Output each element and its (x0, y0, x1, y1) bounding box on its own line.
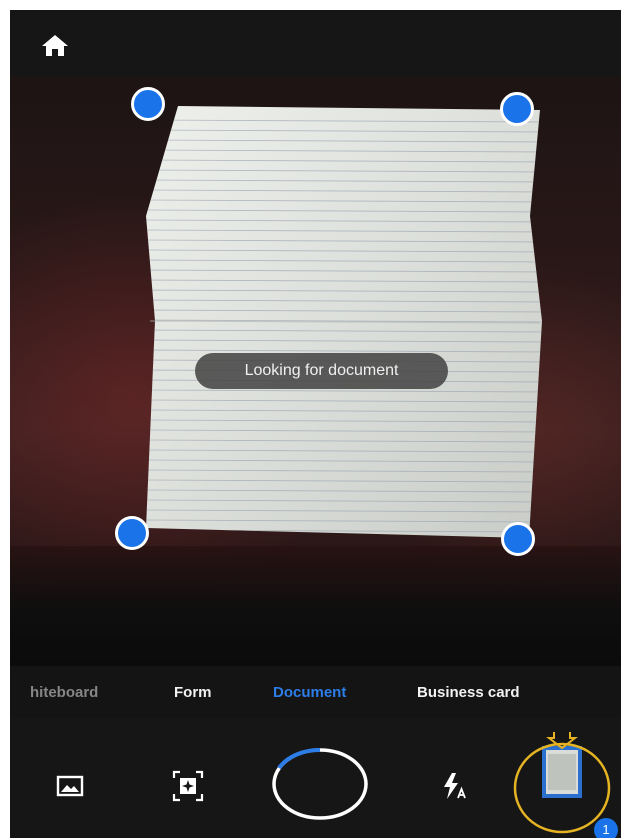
mode-whiteboard[interactable]: hiteboard (30, 684, 98, 701)
shutter-progress-ring[interactable] (270, 746, 370, 822)
camera-controls: 1 (10, 718, 621, 838)
status-toast: Looking for document (195, 353, 448, 389)
camera-viewfinder[interactable]: Looking for document (10, 76, 621, 666)
home-icon[interactable] (38, 32, 72, 58)
mode-form[interactable]: Form (174, 684, 212, 701)
crop-handle-top-left[interactable] (131, 87, 165, 121)
gallery-icon[interactable] (56, 774, 84, 798)
flash-auto-icon[interactable] (438, 770, 470, 802)
crop-handle-bottom-left[interactable] (115, 516, 149, 550)
page-count-badge: 1 (594, 818, 618, 838)
mode-business-card[interactable]: Business card (417, 684, 520, 701)
captured-page-thumbnail-button[interactable]: 1 (512, 729, 618, 838)
crop-handle-top-right[interactable] (500, 92, 534, 126)
scanner-app: Looking for document hiteboard Form Docu… (10, 10, 621, 838)
mode-document[interactable]: Document (273, 684, 346, 701)
capture-mode-selector: hiteboard Form Document Business card (10, 666, 621, 718)
crop-handle-bottom-right[interactable] (501, 522, 535, 556)
auto-capture-icon[interactable] (170, 768, 206, 804)
top-bar (10, 10, 621, 76)
